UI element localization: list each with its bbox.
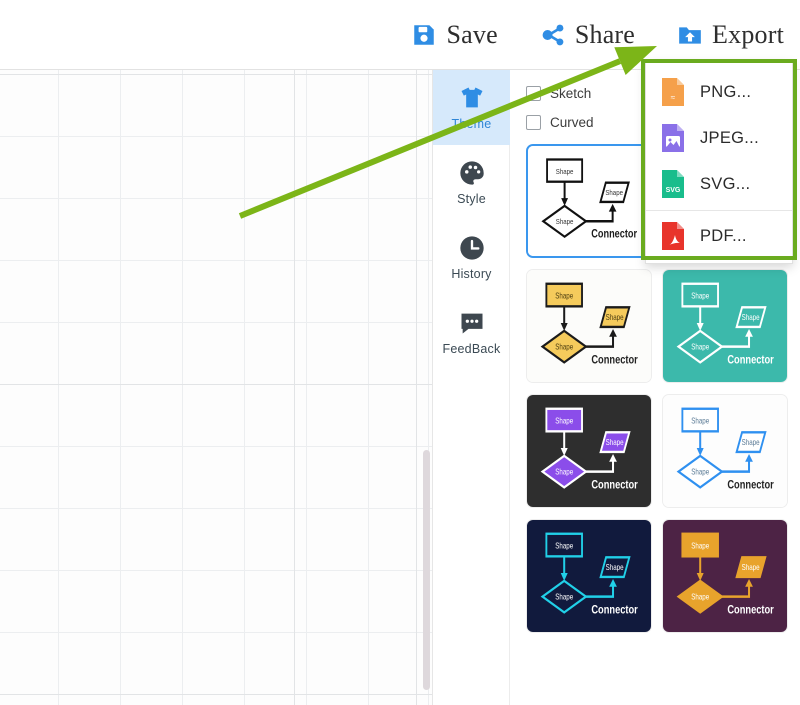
comment-icon	[458, 309, 486, 337]
export-menu-item-label: PDF...	[700, 226, 747, 245]
share-nodes-icon	[540, 22, 566, 48]
clock-icon	[458, 234, 486, 262]
share-button[interactable]: Share	[540, 20, 635, 50]
sidebar-item-style[interactable]: Style	[433, 145, 510, 220]
curved-checkbox[interactable]	[526, 115, 541, 130]
export-menu-item-png[interactable]: ≈ PNG...	[646, 69, 792, 115]
export-menu-item-label: JPEG...	[700, 128, 759, 147]
svg-text:Connector: Connector	[727, 353, 773, 366]
theme-thumbnail-purple-on-dark[interactable]: Shape Shape Shape Connector	[526, 394, 652, 508]
canvas-major-grid	[0, 70, 432, 705]
sketch-label: Sketch	[550, 86, 592, 101]
export-menu-item-label: PNG...	[700, 82, 752, 101]
sidebar-item-feedback-label: FeedBack	[442, 342, 501, 356]
svg-text:Connector: Connector	[591, 478, 637, 491]
svg-text:Shape: Shape	[691, 293, 709, 301]
export-folder-upload-icon	[677, 22, 703, 48]
svg-text:Shape: Shape	[556, 219, 574, 227]
save-floppy-icon	[411, 22, 437, 48]
svg-text:≈: ≈	[671, 93, 676, 102]
svg-text:Connector: Connector	[591, 229, 637, 241]
export-menu-item-label: SVG...	[700, 174, 751, 193]
save-label: Save	[446, 19, 498, 49]
theme-thumbnail-cyan-on-navy[interactable]: Shape Shape Shape Connector	[526, 519, 652, 633]
svg-text:Shape: Shape	[555, 594, 573, 602]
export-button[interactable]: Export	[677, 20, 784, 50]
canvas-vertical-scrollbar[interactable]	[423, 450, 430, 690]
svg-text:Connector: Connector	[591, 353, 637, 366]
svg-text:Shape: Shape	[742, 315, 760, 323]
tool-rail: « Theme	[433, 70, 510, 705]
save-button[interactable]: Save	[411, 19, 498, 50]
svg-text:Connector: Connector	[727, 478, 773, 491]
curved-label: Curved	[550, 115, 594, 130]
svg-text:Shape: Shape	[606, 565, 624, 573]
svg-text:Shape: Shape	[605, 190, 623, 198]
top-toolbar: Save Share Export	[0, 0, 800, 70]
theme-thumbnail-blue-on-white[interactable]: Shape Shape Shape Connector	[662, 394, 788, 508]
diagram-canvas[interactable]	[0, 70, 432, 705]
jpeg-file-icon	[660, 123, 686, 153]
export-dropdown-menu: ≈ PNG... JPEG... SVG SVG... PDF...	[645, 62, 793, 264]
theme-thumbnail-orange-on-plum[interactable]: Shape Shape Shape Connector	[662, 519, 788, 633]
sketch-checkbox[interactable]	[526, 86, 541, 101]
export-label: Export	[712, 19, 784, 49]
pdf-file-icon	[660, 221, 686, 251]
svg-text:Shape: Shape	[691, 469, 709, 477]
svg-text:Shape: Shape	[691, 543, 709, 551]
svg-text:Shape: Shape	[555, 344, 573, 352]
export-menu-item-pdf[interactable]: PDF...	[646, 213, 792, 259]
sidebar-item-style-label: Style	[457, 192, 486, 206]
sidebar-item-feedback[interactable]: FeedBack	[433, 295, 510, 370]
svg-text:Shape: Shape	[742, 440, 760, 448]
svg-text:Connector: Connector	[727, 603, 773, 616]
theme-thumbnail-yellow-on-white[interactable]: Shape Shape Shape Connector	[526, 269, 652, 383]
palette-icon	[458, 159, 486, 187]
sidebar-item-history[interactable]: History	[433, 220, 510, 295]
sidebar-item-history-label: History	[451, 267, 492, 281]
svg-text:Shape: Shape	[555, 293, 573, 301]
theme-thumbnail-default-black-on-white[interactable]: Shape Shape Shape Connector	[526, 144, 652, 258]
svg-text:SVG: SVG	[666, 187, 681, 194]
svg-text:Shape: Shape	[691, 344, 709, 352]
app-root: Save Share Export Theme Style History Fe…	[0, 0, 800, 705]
svg-text:Shape: Shape	[556, 168, 574, 176]
theme-thumbnail-white-on-teal[interactable]: Shape Shape Shape Connector	[662, 269, 788, 383]
svg-text:Shape: Shape	[555, 543, 573, 551]
svg-text:Connector: Connector	[591, 603, 637, 616]
svg-text:Shape: Shape	[555, 469, 573, 477]
svg-text:Shape: Shape	[606, 440, 624, 448]
tshirt-icon	[458, 84, 486, 112]
svg-text:Shape: Shape	[555, 418, 573, 426]
png-file-icon: ≈	[660, 77, 686, 107]
svg-text:Shape: Shape	[606, 315, 624, 323]
menu-separator	[646, 210, 792, 211]
export-menu-item-jpeg[interactable]: JPEG...	[646, 115, 792, 161]
share-label: Share	[574, 19, 636, 49]
svg-text:Shape: Shape	[691, 418, 709, 426]
export-menu-item-svg[interactable]: SVG SVG...	[646, 161, 792, 207]
svg-file-icon: SVG	[660, 169, 686, 199]
sidebar-item-theme[interactable]: Theme	[433, 70, 510, 145]
svg-text:Shape: Shape	[742, 565, 760, 573]
sidebar-item-theme-label: Theme	[451, 117, 492, 131]
svg-text:Shape: Shape	[691, 594, 709, 602]
